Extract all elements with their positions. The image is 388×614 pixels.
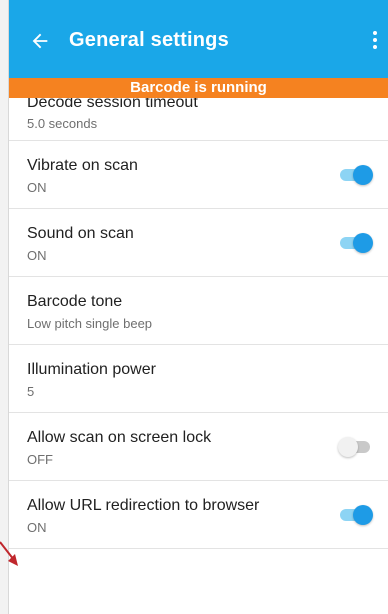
- setting-title: Vibrate on scan: [27, 157, 138, 174]
- setting-title: Barcode tone: [27, 293, 123, 310]
- status-banner: Barcode is running: [9, 78, 388, 98]
- setting-sound-on-scan[interactable]: Sound on scan ON: [9, 209, 388, 277]
- setting-barcode-tone[interactable]: Barcode tone Low pitch single beep: [9, 277, 388, 345]
- setting-value: OFF: [27, 452, 53, 467]
- setting-value: 5.0 seconds: [27, 116, 98, 131]
- vibrate-toggle[interactable]: [338, 164, 374, 186]
- setting-value: ON: [27, 248, 47, 263]
- more-vertical-icon[interactable]: [372, 31, 378, 51]
- setting-value: ON: [27, 180, 47, 195]
- setting-vibrate-on-scan[interactable]: Vibrate on scan ON: [9, 141, 388, 209]
- setting-illumination-power[interactable]: Illumination power 5: [9, 345, 388, 413]
- settings-screen: General settings Barcode is running Deco…: [0, 0, 388, 614]
- window-edge: [0, 0, 9, 614]
- screen-lock-toggle[interactable]: [338, 436, 374, 458]
- setting-value: ON: [27, 520, 47, 535]
- setting-allow-url-redirection[interactable]: Allow URL redirection to browser ON: [9, 481, 388, 549]
- annotation-arrow-icon: [0, 541, 18, 566]
- sound-toggle[interactable]: [338, 232, 374, 254]
- settings-list: Decode session timeout 5.0 seconds Vibra…: [9, 82, 388, 549]
- setting-value: 5: [27, 384, 35, 399]
- arrow-left-icon[interactable]: [29, 30, 51, 52]
- url-redirection-toggle[interactable]: [338, 504, 374, 526]
- app-bar: General settings: [9, 0, 388, 78]
- setting-title: Allow URL redirection to browser: [27, 497, 260, 514]
- setting-title: Illumination power: [27, 361, 156, 378]
- setting-allow-scan-on-screen-lock[interactable]: Allow scan on screen lock OFF: [9, 413, 388, 481]
- page-title: General settings: [69, 29, 229, 51]
- setting-value: Low pitch single beep: [27, 316, 153, 331]
- setting-title: Sound on scan: [27, 225, 134, 242]
- setting-title: Allow scan on screen lock: [27, 429, 212, 446]
